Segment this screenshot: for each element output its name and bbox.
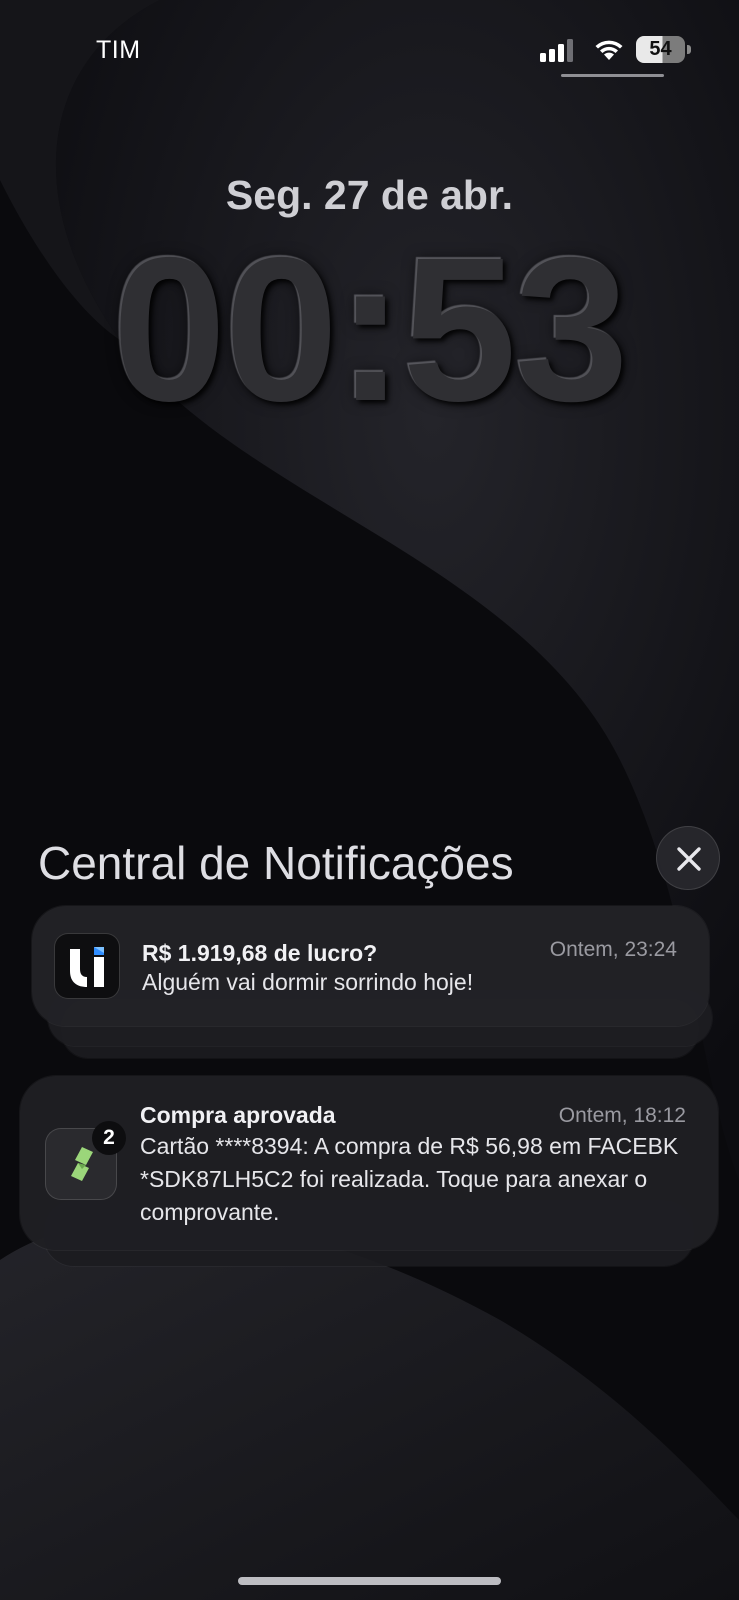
notification-body: Alguém vai dormir sorrindo hoje! <box>142 969 474 995</box>
battery-indicator: 54 <box>636 36 692 63</box>
notification-center-title: Central de Notificações <box>38 837 514 889</box>
u-app-icon <box>54 933 120 999</box>
battery-percentage: 54 <box>649 38 672 60</box>
notification-title: R$ 1.919,68 de lucro? <box>142 940 378 966</box>
cellular-signal-icon <box>540 39 573 62</box>
notification-body: Cartão ****8394: A compra de R$ 56,98 em… <box>140 1133 679 1225</box>
wifi-icon <box>595 40 623 60</box>
notification-title: Compra aprovada <box>140 1102 336 1128</box>
notification-count-badge: 2 <box>92 1121 126 1155</box>
notification-card[interactable]: R$ 1.919,68 de lucro? Ontem, 23:24 Algué… <box>32 906 709 1026</box>
carrier-label: TIM <box>96 36 141 64</box>
lock-screen-clock: 00:53 <box>112 215 628 444</box>
battery-cap <box>687 45 691 54</box>
notification-time: Ontem, 23:24 <box>549 938 677 961</box>
close-notifications-button[interactable] <box>656 826 720 890</box>
close-icon <box>677 847 701 871</box>
notification-card[interactable]: Compra aprovada Ontem, 18:12 Cartão ****… <box>20 1076 718 1250</box>
home-indicator[interactable] <box>238 1577 501 1585</box>
status-bar-indicator-line <box>561 74 664 77</box>
notification-time: Ontem, 18:12 <box>558 1104 686 1127</box>
